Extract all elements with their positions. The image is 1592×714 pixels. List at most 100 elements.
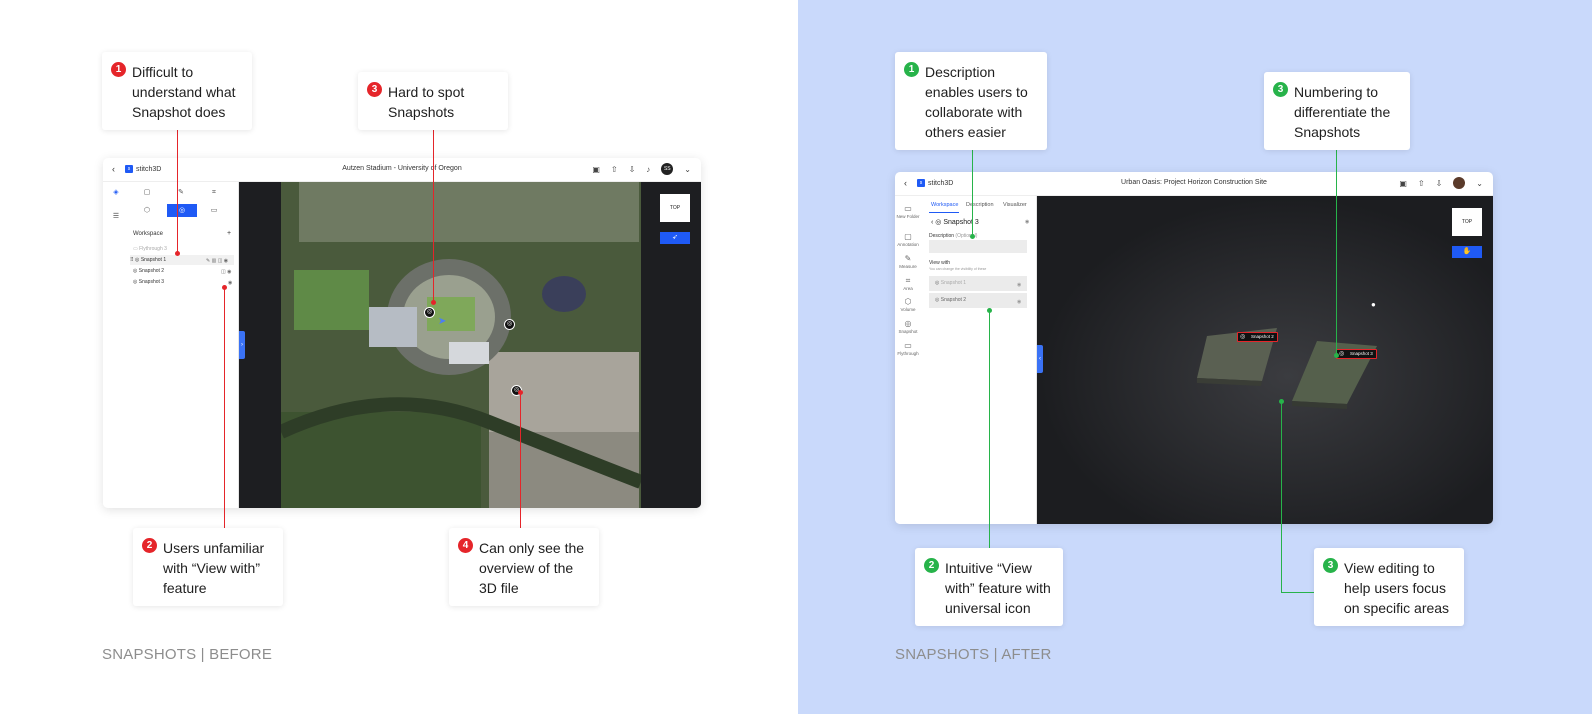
- view-cube-top[interactable]: TOP: [660, 194, 690, 222]
- chevron-down-icon[interactable]: ⌄: [684, 165, 691, 174]
- view-with-row[interactable]: ◎ Snapshot 2: [929, 293, 1027, 308]
- before-sidebar: ◈ ▢ ✎ ⌗ ⬡ ◎ ▭ ☰ Workspace + ▭ Flythrough…: [103, 182, 239, 508]
- snapshot-marker[interactable]: ◎: [504, 319, 515, 330]
- description-label: Description: [929, 233, 955, 239]
- row-label: Flythrough 3: [139, 246, 167, 252]
- view-cube-top[interactable]: TOP: [1452, 208, 1482, 236]
- callout-text: Description enables users to collaborate…: [925, 64, 1028, 140]
- snapshot-tag[interactable]: ◎ Snapshot 3: [1336, 349, 1377, 359]
- connector-dot: [1334, 353, 1339, 358]
- save-icon[interactable]: ▣: [1399, 179, 1407, 188]
- layers-icon[interactable]: ◈: [109, 187, 123, 199]
- after-viewport[interactable]: ◎ Snapshot 2 ◎ Snapshot 3 ● TOP ✋: [1037, 196, 1493, 524]
- download-icon[interactable]: ⇩: [1436, 179, 1443, 188]
- eye-icon[interactable]: ◉: [228, 280, 232, 286]
- tag-label: Snapshot 3: [1350, 351, 1373, 356]
- list-item[interactable]: ◎ Snapshot 3: [133, 277, 233, 287]
- before-viewport[interactable]: ◎ ◎ ◎ ➤ TOP ➶: [239, 182, 701, 508]
- list-item[interactable]: ◎ Snapshot 2: [133, 266, 233, 276]
- settings-sliders-icon[interactable]: ☰: [109, 211, 123, 223]
- snapshot-tag[interactable]: ◎ Snapshot 2: [1237, 332, 1278, 342]
- add-button[interactable]: +: [227, 229, 231, 239]
- topbar-icons: ▣ ⇧ ⇩ ⌄: [1399, 177, 1483, 189]
- callout-number: 2: [142, 538, 157, 553]
- callout-text: Hard to spot Snapshots: [388, 84, 465, 120]
- row-tools[interactable]: ◫ ◉: [221, 269, 231, 275]
- callout-number: 1: [904, 62, 919, 77]
- callout-3-view-editing: 3 View editing to help users focus on sp…: [1314, 548, 1464, 626]
- avatar[interactable]: [1453, 177, 1466, 189]
- volume-button[interactable]: ⬡ Volume: [895, 297, 921, 313]
- eye-icon[interactable]: ◉: [1017, 299, 1021, 305]
- side-item-label: Flythrough: [897, 351, 919, 356]
- callout-text: Can only see the overview of the 3D file: [479, 540, 585, 596]
- connector-dot: [431, 300, 436, 305]
- list-item[interactable]: ▭ Flythrough 3: [133, 244, 233, 254]
- eye-icon[interactable]: ◉: [1017, 282, 1021, 288]
- volume-icon[interactable]: ⬡: [140, 205, 154, 217]
- row-tools[interactable]: ✎ ▥ ◫ ◉: [206, 258, 228, 264]
- callout-1: 1 Difficult to understand what Snapshot …: [102, 52, 252, 130]
- side-item-label: New Folder: [896, 214, 920, 219]
- snapshot-tool-button[interactable]: ◎: [167, 204, 197, 217]
- view-with-row[interactable]: ◎ Snapshot 1: [929, 276, 1027, 291]
- collapse-sidebar-handle[interactable]: ‹: [1037, 345, 1043, 373]
- new-folder-button[interactable]: ▭ New Folder: [895, 204, 921, 220]
- measure-button[interactable]: ✎ Measure: [895, 254, 921, 270]
- pan-tool-button[interactable]: ✋: [1452, 246, 1482, 258]
- share-icon[interactable]: ⇧: [1418, 179, 1425, 188]
- connector-line: [1281, 592, 1314, 593]
- callout-number: 3: [367, 82, 382, 97]
- point-cloud-model: [1197, 328, 1377, 409]
- share-icon[interactable]: ⇧: [611, 165, 618, 174]
- row-label: Snapshot 1: [140, 257, 167, 263]
- connector-line: [1281, 401, 1282, 592]
- folder-icon: ▭: [904, 204, 912, 213]
- callout-1: 1 Description enables users to collabora…: [895, 52, 1047, 150]
- callout-text: View editing to help users focus on spec…: [1344, 560, 1450, 616]
- callout-text: Users unfamiliar with “View with” featur…: [163, 540, 265, 596]
- eye-icon[interactable]: ◉: [1025, 219, 1029, 225]
- tab-description[interactable]: Description: [966, 202, 994, 208]
- flythrough-button[interactable]: ▭ Flythrough: [895, 341, 921, 357]
- description-input[interactable]: [929, 240, 1027, 253]
- side-item-label: Volume: [900, 307, 916, 312]
- workspace-header: Workspace: [133, 229, 163, 239]
- tab-visualizer[interactable]: Visualizer: [1003, 202, 1027, 208]
- tab-workspace[interactable]: Workspace: [931, 202, 958, 208]
- callout-4: 4 Can only see the overview of the 3D fi…: [449, 528, 599, 606]
- connector-dot: [175, 251, 180, 256]
- snapshot-marker[interactable]: ◎: [424, 307, 435, 318]
- annotation-button[interactable]: ▢ Annotation: [895, 232, 921, 248]
- aerial-map: [239, 182, 701, 508]
- annotation-icon: ▢: [904, 232, 912, 241]
- flythrough-icon: ▭: [904, 341, 912, 350]
- before-caption: SNAPSHOTS | BEFORE: [102, 646, 273, 663]
- row-label: Snapshot 2: [138, 268, 165, 274]
- volume-icon: ⬡: [904, 297, 912, 306]
- avatar[interactable]: SS: [661, 163, 674, 175]
- chevron-down-icon[interactable]: ⌄: [1476, 179, 1483, 188]
- connector-line: [224, 287, 225, 528]
- workspace-label: Workspace: [133, 231, 163, 237]
- snapshot-button[interactable]: ◎ Snapshot: [895, 319, 921, 335]
- before-app-window: ‹ s stitch3D Autzen Stadium - University…: [103, 158, 701, 508]
- download-icon[interactable]: ⇩: [629, 165, 636, 174]
- save-icon[interactable]: ▣: [592, 165, 600, 174]
- topbar-icons: ▣ ⇧ ⇩ ♪ SS ⌄: [592, 163, 691, 175]
- bell-icon[interactable]: ♪: [646, 165, 650, 174]
- flythrough-icon[interactable]: ▭: [207, 205, 221, 217]
- annotation-icon[interactable]: ▢: [140, 187, 154, 199]
- after-app-window: ‹ s stitch3D Urban Oasis: Project Horizo…: [895, 172, 1493, 524]
- callout-text: Difficult to understand what Snapshot do…: [132, 64, 236, 120]
- area-icon[interactable]: ⌗: [207, 187, 221, 199]
- camera-icon: ◎: [1240, 334, 1246, 340]
- connector-line: [972, 148, 973, 236]
- collapse-sidebar-handle[interactable]: ›: [239, 331, 245, 359]
- side-item-label: Area: [903, 286, 913, 291]
- callout-number: 2: [924, 558, 939, 573]
- connector-dot: [518, 390, 523, 395]
- callout-2: 2 Intuitive “View with” feature with uni…: [915, 548, 1063, 626]
- area-button[interactable]: ⌗ Area: [895, 276, 921, 292]
- select-tool-button[interactable]: ➶: [660, 232, 690, 244]
